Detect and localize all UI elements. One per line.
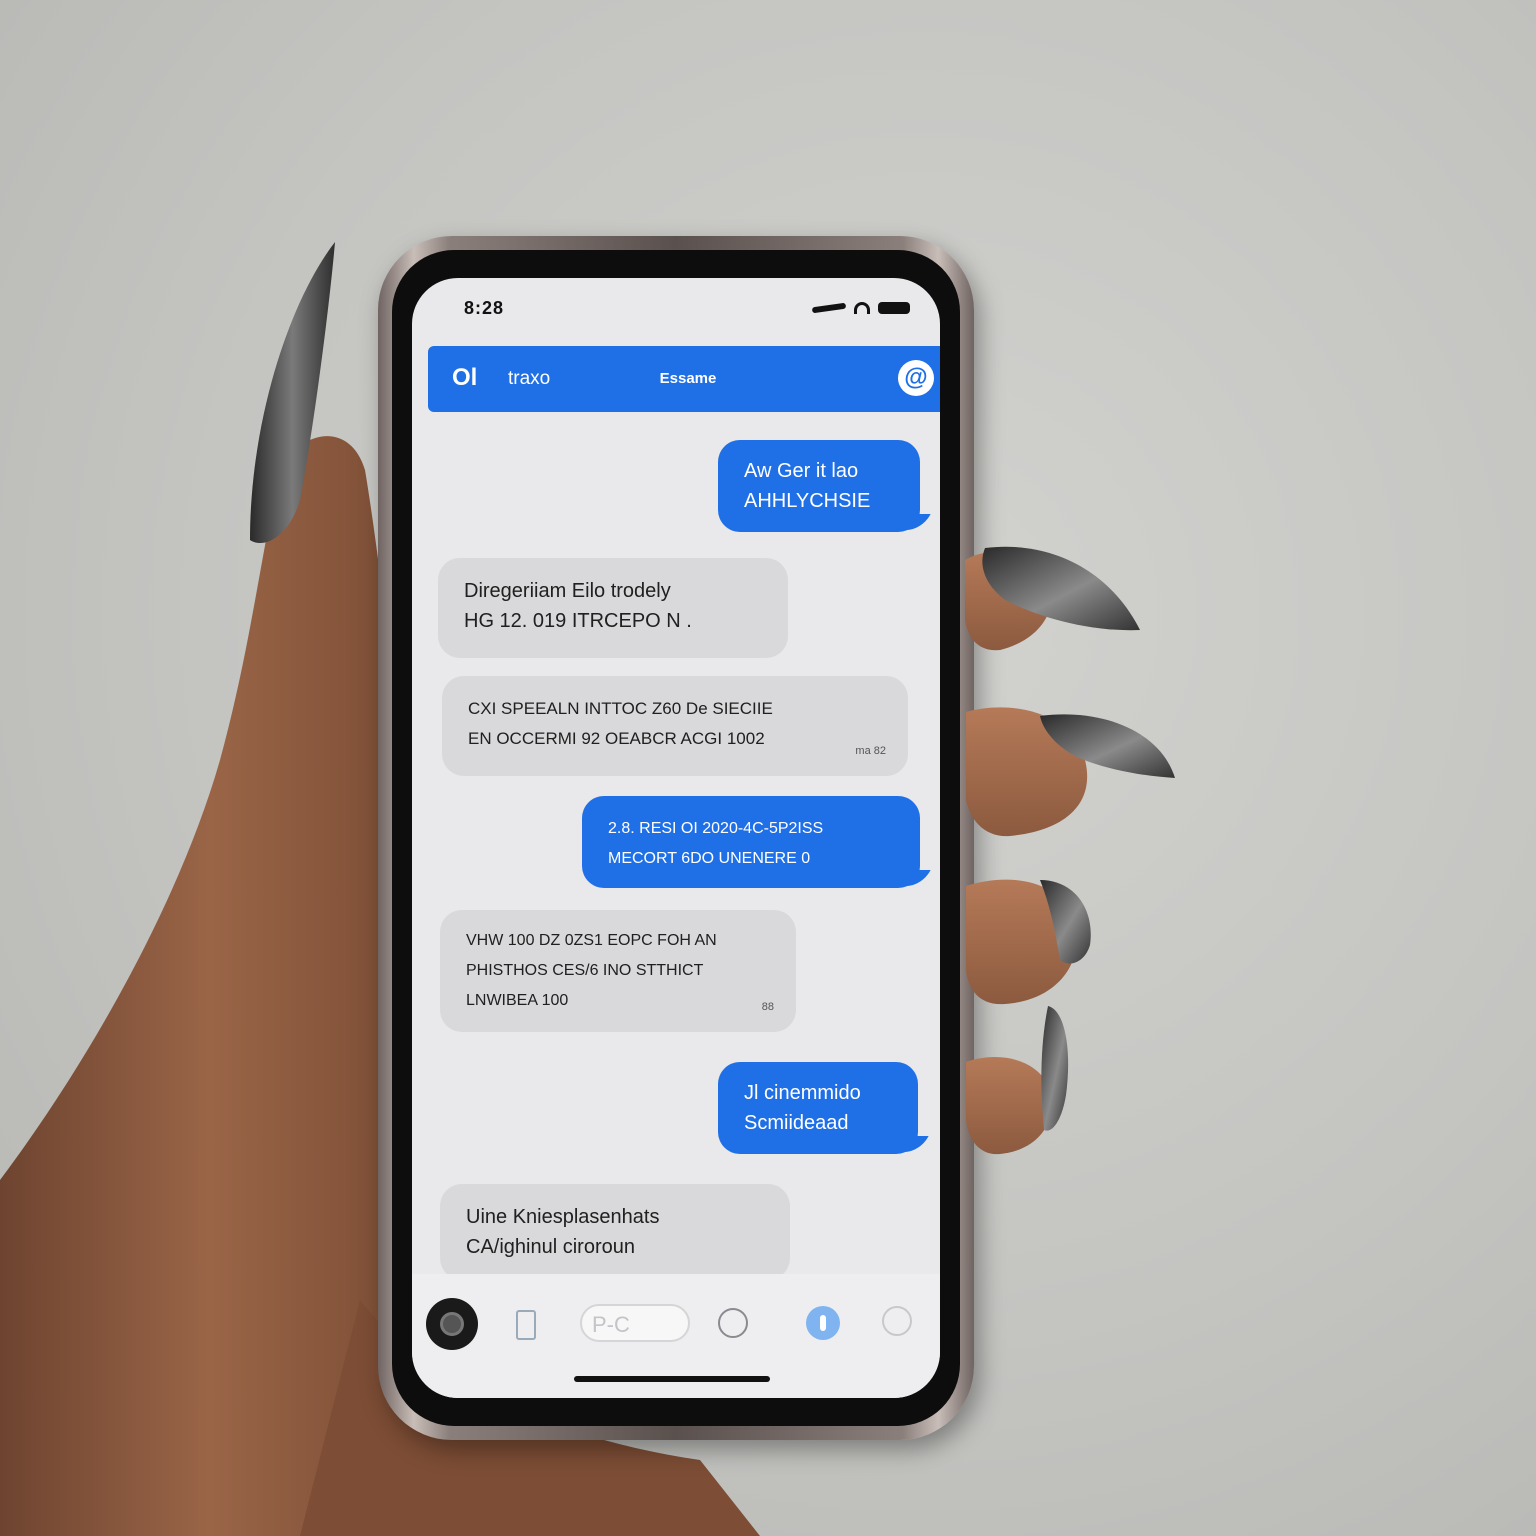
smartphone: 8:28 Ol traxo Essame @ Aw Ger it lao AHH…	[378, 236, 974, 1440]
wifi-icon	[854, 302, 870, 314]
message-bubble-sent[interactable]: Jl cinemmido Scmiideaad	[718, 1062, 918, 1154]
circle-icon[interactable]	[718, 1308, 748, 1338]
home-indicator[interactable]	[574, 1376, 770, 1382]
message-input-field[interactable]: P-C	[580, 1304, 690, 1342]
photo-scene: 8:28 Ol traxo Essame @ Aw Ger it lao AHH…	[0, 0, 1536, 1536]
message-timestamp: 88	[761, 1001, 774, 1013]
message-bubble-received[interactable]: Uine Kniesplasenhats CA/ighinul ciroroun	[440, 1184, 790, 1280]
message-line: EN OCCERMI 92 OEABCR ACGI 1002	[468, 729, 765, 748]
message-line: CA/ighinul ciroroun	[466, 1236, 635, 1258]
phone-bezel: 8:28 Ol traxo Essame @ Aw Ger it lao AHH…	[392, 250, 960, 1426]
message-bubble-sent[interactable]: Aw Ger it lao AHHLYCHSIE	[718, 440, 920, 532]
conversation-title: Essame	[659, 370, 717, 387]
status-time: 8:28	[464, 298, 505, 318]
message-line: AHHLYCHSIE	[744, 490, 871, 512]
messaging-screen: 8:28 Ol traxo Essame @ Aw Ger it lao AHH…	[412, 278, 940, 1398]
mic-icon[interactable]	[806, 1306, 840, 1340]
conversation-header: Ol traxo Essame @	[428, 346, 940, 412]
message-bubble-received[interactable]: Diregeriiam Eilo trodely HG 12. 019 ITRC…	[438, 558, 788, 658]
message-timestamp: ma 82	[855, 745, 886, 757]
status-icons	[811, 302, 910, 314]
camera-icon[interactable]	[426, 1298, 478, 1350]
message-line: Scmiideaad	[744, 1112, 849, 1134]
message-line: VHW 100 DZ 0ZS1 EOPC FOH AN	[466, 932, 717, 949]
battery-icon	[878, 302, 910, 314]
message-line: PHISTHOS CES/6 INO STTHICT	[466, 962, 704, 979]
message-line: 2.8. RESI OI 2020-4C-5P2ISS	[608, 820, 824, 837]
message-line: MECORT 6DO UNENERE 0	[608, 850, 811, 867]
signal-icon	[811, 302, 847, 314]
message-bubble-received[interactable]: CXI SPEEALN INTTOC Z60 De SIECIIE EN OCC…	[442, 676, 908, 776]
message-line: HG 12. 019 ITRCEPO N .	[464, 610, 692, 632]
emoji-icon[interactable]	[882, 1306, 912, 1336]
message-line: Diregeriiam Eilo trodely	[464, 580, 671, 602]
message-input-dock: P-C	[412, 1274, 940, 1398]
at-icon[interactable]: @	[898, 360, 934, 396]
apps-icon[interactable]	[516, 1310, 536, 1340]
message-line: CXI SPEEALN INTTOC Z60 De SIECIIE	[468, 699, 773, 718]
message-line: LNWIBEA 100	[466, 992, 569, 1009]
status-bar: 8:28	[412, 278, 940, 338]
message-bubble-sent[interactable]: 2.8. RESI OI 2020-4C-5P2ISS MECORT 6DO U…	[582, 796, 920, 888]
message-line: Aw Ger it lao	[744, 460, 859, 482]
message-bubble-received[interactable]: VHW 100 DZ 0ZS1 EOPC FOH AN PHISTHOS CES…	[440, 910, 796, 1032]
message-line: Jl cinemmido	[744, 1082, 861, 1104]
message-line: Uine Kniesplasenhats	[466, 1206, 660, 1228]
